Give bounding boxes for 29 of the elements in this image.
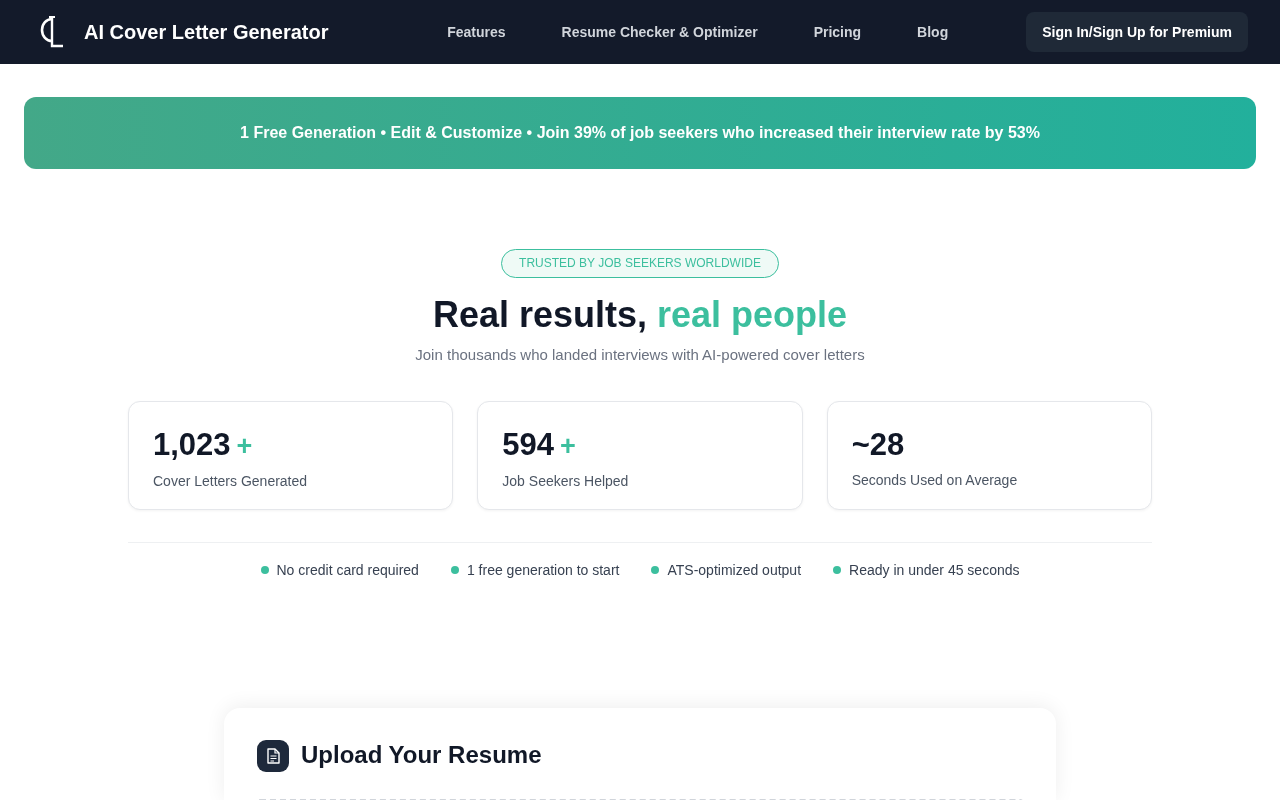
document-icon bbox=[257, 739, 289, 772]
feature-text: Ready in under 45 seconds bbox=[849, 560, 1020, 580]
upload-title: Upload Your Resume bbox=[301, 741, 542, 770]
stat-value: ~28 bbox=[851, 425, 905, 464]
logo-icon bbox=[40, 16, 64, 48]
stat-suffix: + bbox=[236, 429, 253, 463]
hero-heading: Real results, real people bbox=[432, 293, 848, 337]
feature-text: No credit card required bbox=[276, 560, 419, 580]
status-dot-icon bbox=[260, 566, 269, 574]
status-dot-icon bbox=[450, 566, 459, 574]
stat-label: Job Seekers Helped bbox=[502, 471, 630, 491]
sign-in-button[interactable]: Sign In/Sign Up for Premium bbox=[1026, 12, 1248, 52]
nav-link[interactable]: Features bbox=[447, 21, 506, 43]
feature-text: 1 free generation to start bbox=[466, 560, 620, 580]
stat-suffix: + bbox=[560, 429, 576, 463]
stat-value: 594 bbox=[502, 425, 555, 464]
status-dot-icon bbox=[651, 566, 660, 574]
trust-badge: TRUSTED BY JOB SEEKERS WORLDWIDE bbox=[501, 249, 779, 278]
stat-value: 1,023 bbox=[153, 425, 231, 464]
nav-link[interactable]: Blog bbox=[917, 21, 949, 43]
stat-label: Cover Letters Generated bbox=[153, 471, 309, 491]
feature-text: ATS-optimized output bbox=[667, 560, 802, 580]
brand-title: AI Cover Letter Generator bbox=[84, 20, 329, 45]
promo-banner: 1 Free Generation • Edit & Customize • Join 39% of job seekers who increased their interview rate by 53% bbox=[24, 97, 1256, 169]
stat-label: Seconds Used on Average bbox=[851, 470, 1019, 490]
nav-link[interactable]: Resume Checker & Optimizer bbox=[561, 21, 758, 43]
status-dot-icon bbox=[833, 566, 842, 574]
hero-subtitle: Join thousands who landed interviews with AI-powered cover letters bbox=[415, 345, 865, 365]
nav-link[interactable]: Pricing bbox=[813, 21, 862, 43]
